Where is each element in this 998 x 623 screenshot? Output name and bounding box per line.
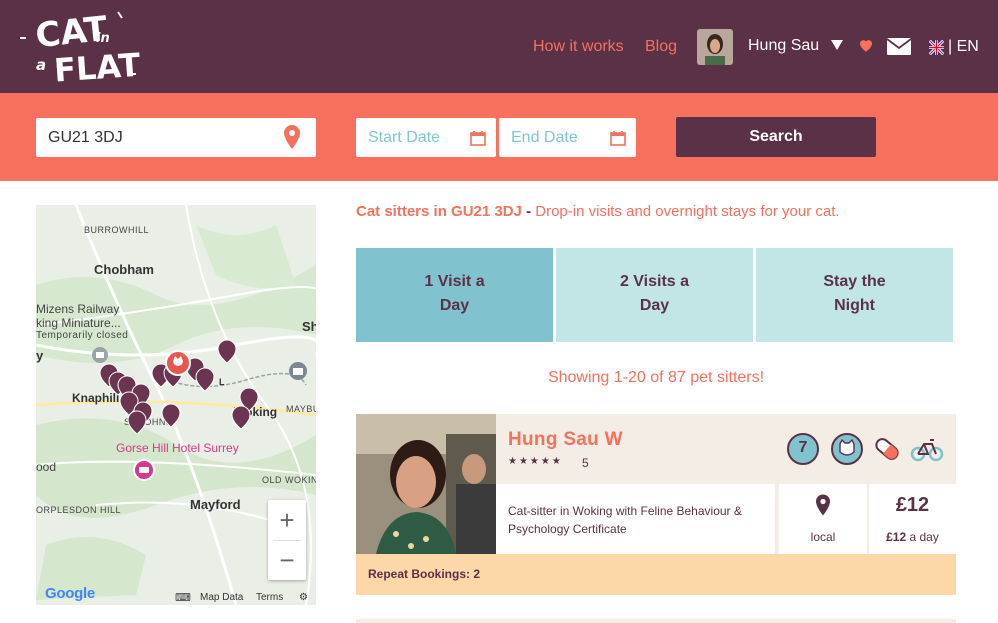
svg-text:a: a: [36, 56, 46, 74]
repeat-bookings: Repeat Bookings: 2: [356, 554, 956, 595]
location-pin-icon: [816, 494, 830, 516]
location-label: local: [810, 530, 836, 544]
settings-icon[interactable]: ⚙: [299, 592, 308, 603]
sitter-photo[interactable]: [356, 414, 496, 554]
end-date-placeholder: End Date: [511, 129, 578, 146]
sitter-location: local: [779, 484, 867, 554]
cat-in-a-flat-logo[interactable]: CAT in a FLAT: [18, 8, 140, 88]
svg-text:FLAT: FLAT: [53, 46, 140, 88]
location-pin-icon: [284, 125, 300, 149]
search-button[interactable]: Search: [676, 117, 876, 157]
start-date-input[interactable]: Start Date: [356, 118, 496, 157]
calendar-icon: [610, 131, 626, 146]
language-selector[interactable]: | EN: [948, 38, 979, 56]
sitter-marker[interactable]: [217, 339, 237, 364]
results-dash: -: [521, 203, 536, 220]
cat-badge-icon: [831, 433, 863, 465]
zoom-out-button[interactable]: −: [268, 540, 306, 580]
price-unit: £12 a day: [869, 530, 956, 544]
terms-link[interactable]: Terms: [256, 592, 283, 603]
tab-line: 2 Visits a: [619, 273, 690, 290]
user-name[interactable]: Hung Sau: [748, 37, 819, 55]
header: CAT in a FLAT How it works Blog Hung Sau…: [0, 0, 998, 93]
sitter-card-next[interactable]: [356, 619, 956, 623]
calendar-icon: [470, 131, 486, 146]
tab-stay-the-night[interactable]: Stay the Night: [756, 248, 953, 342]
results-place: Cat sitters in GU21 3DJ: [356, 203, 522, 220]
bicycle-icon: [910, 439, 944, 462]
medication-badge-icon: [875, 438, 899, 460]
chevron-down-icon[interactable]: [831, 40, 843, 50]
svg-text:in: in: [96, 31, 110, 46]
results-description: Drop-in visits and overnight stays for y…: [535, 203, 840, 220]
tab-line: 1 Visit a: [424, 273, 485, 290]
start-date-placeholder: Start Date: [368, 129, 441, 146]
sitter-marker[interactable]: [127, 410, 147, 435]
user-avatar[interactable]: [697, 29, 733, 65]
tab-line: Day: [639, 297, 670, 314]
results-title: Cat sitters in GU21 3DJ - Drop-in visits…: [356, 203, 840, 220]
nav-blog[interactable]: Blog: [645, 38, 677, 56]
keyboard-shortcuts-icon[interactable]: ⌨: [175, 591, 191, 604]
mail-icon[interactable]: [887, 38, 911, 55]
end-date-input[interactable]: End Date: [499, 118, 636, 157]
location-input[interactable]: [36, 118, 316, 157]
repeat-count-badge: 7: [798, 439, 808, 456]
google-logo[interactable]: Google: [45, 585, 95, 602]
sitter-description: Cat-sitter in Woking with Feline Behavio…: [496, 484, 777, 554]
zoom-in-button[interactable]: +: [268, 500, 306, 540]
tab-2-visits-a-day[interactable]: 2 Visits a Day: [556, 248, 753, 342]
price-unit-amount: £12: [886, 530, 907, 544]
sitter-marker[interactable]: [195, 367, 215, 392]
heart-icon[interactable]: [857, 36, 875, 54]
map-data-link[interactable]: Map Data: [200, 592, 243, 603]
zoom-controls: + −: [268, 500, 306, 580]
map-footer: Google ⌨ Map Data Terms ⚙: [36, 585, 316, 605]
map[interactable]: BURROWHILL Chobham Mizens Railway king M…: [36, 205, 316, 605]
tab-line: Stay the: [823, 273, 886, 290]
sitter-marker[interactable]: [161, 403, 181, 428]
rating-value: 5: [582, 456, 589, 470]
sitter-name[interactable]: Hung Sau W: [508, 429, 623, 451]
tab-line: Night: [834, 297, 875, 314]
price-value: £12: [895, 494, 930, 516]
star-rating: ★★★★★: [508, 456, 563, 467]
sitter-price: £12 £12 a day: [869, 484, 956, 554]
tab-line: Day: [439, 297, 470, 314]
price-unit-suffix: a day: [906, 530, 939, 544]
sitter-card[interactable]: Hung Sau W ★★★★★ 5 7 Cat-sitter in Wokin…: [356, 414, 956, 595]
results-count: Showing 1-20 of 87 pet sitters!: [547, 369, 765, 386]
uk-flag-icon[interactable]: [929, 40, 944, 55]
tab-1-visit-a-day[interactable]: 1 Visit a Day: [356, 248, 553, 342]
nav-how-it-works[interactable]: How it works: [533, 38, 624, 56]
sitter-marker[interactable]: [231, 405, 251, 430]
